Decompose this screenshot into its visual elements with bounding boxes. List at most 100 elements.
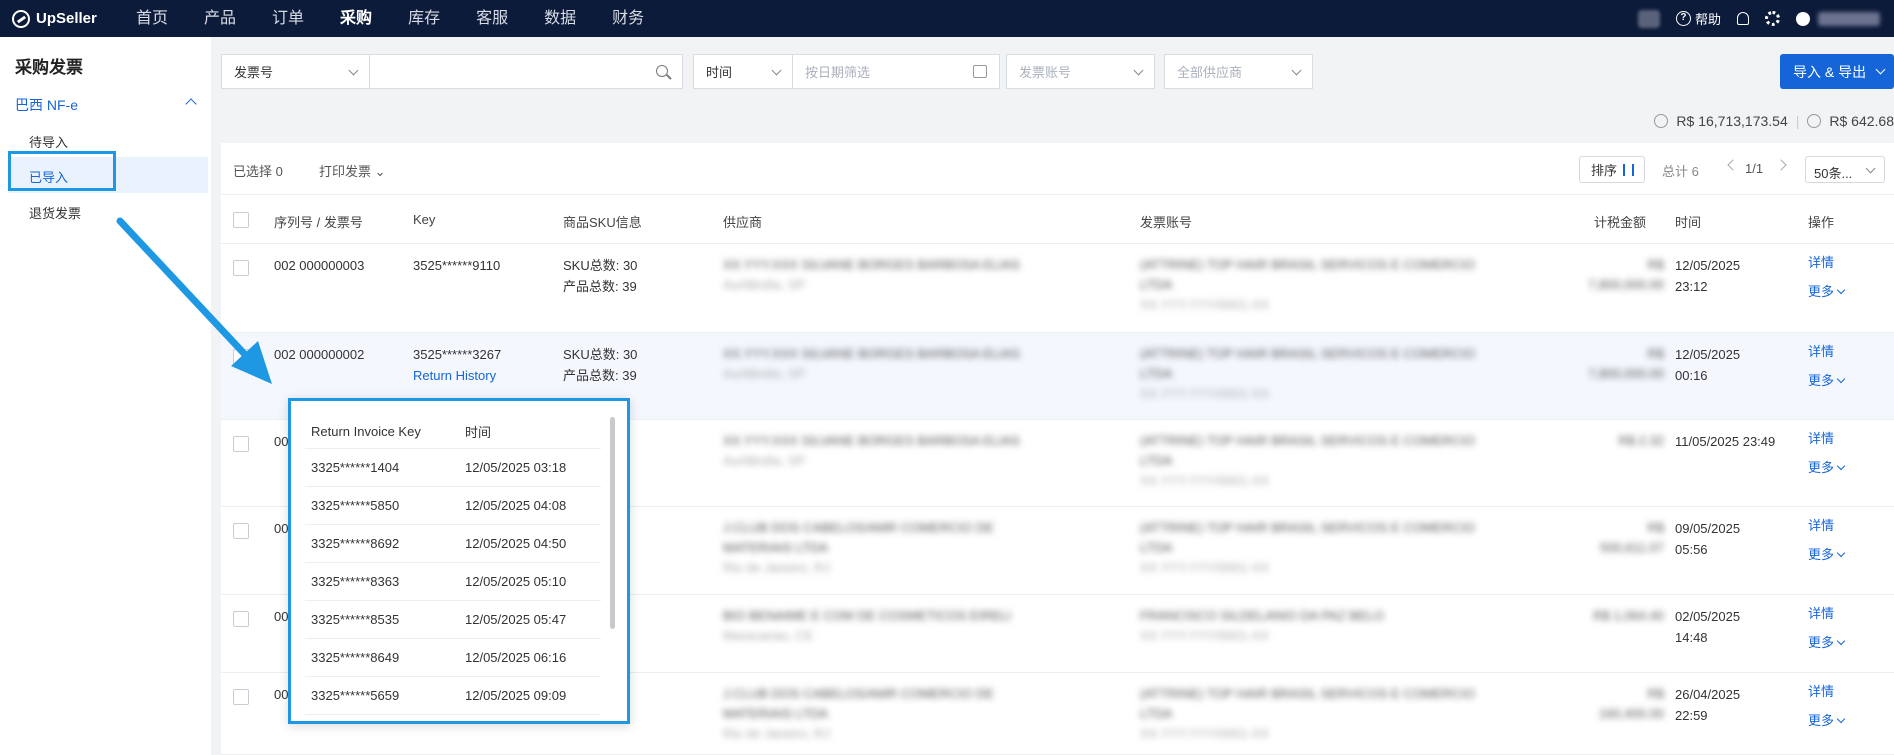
row-account-name: (ATTRINE) TOP HAIR BRASIL SERVICOS E COM… (1140, 257, 1475, 292)
row-key: 3525******3267 Return History (413, 344, 501, 386)
totals-bar: R$ 16,713,173.54 | R$ 642.68 (1654, 113, 1894, 129)
bell-icon[interactable] (1737, 12, 1749, 25)
invoice-search-input[interactable] (369, 54, 683, 89)
row-amount: R$ 7,800,000.00 (1588, 346, 1664, 381)
calendar-icon (973, 65, 987, 78)
store-avatar[interactable] (1637, 9, 1660, 28)
row-checkbox[interactable] (233, 611, 249, 627)
return-history-popup: Return Invoice Key 时间 3325******1404 12/0… (288, 398, 630, 724)
row-serial: 002 000000003 (274, 258, 365, 273)
row-account: (ATTRINE) TOP HAIR BRASIL SERVICOS E COM… (1140, 255, 1500, 315)
row-sku-info: SKU总数: 30 产品总数: 39 (563, 344, 637, 386)
menu-item-data[interactable]: 数据 (526, 0, 594, 37)
popup-return-key: 3325******8692 (311, 536, 400, 551)
time-type-select[interactable]: 时间 (693, 54, 793, 89)
detail-link[interactable]: 详情 (1808, 599, 1844, 628)
menu-item-purchase[interactable]: 采购 (322, 0, 390, 37)
chevron-down-icon (1836, 636, 1846, 646)
more-dropdown[interactable]: 更多 (1808, 453, 1846, 482)
detail-link[interactable]: 详情 (1808, 424, 1844, 453)
supplier-select[interactable]: 全部供应商 (1164, 54, 1313, 89)
sort-label: 排序 (1591, 163, 1618, 178)
detail-link[interactable]: 详情 (1808, 248, 1844, 277)
popup-row: 3325******8363 12/05/2025 05:10 (305, 563, 601, 601)
highlight-box-imported (8, 151, 116, 191)
menu-item-inventory[interactable]: 库存 (390, 0, 458, 37)
chevron-down-icon (1291, 65, 1302, 76)
next-page-icon[interactable] (1775, 159, 1787, 171)
col-time: 时间 (1675, 215, 1702, 230)
detail-link[interactable]: 详情 (1808, 677, 1844, 706)
row-checkbox[interactable] (233, 349, 249, 365)
chevron-down-icon (771, 65, 782, 76)
return-history-link[interactable]: Return History (413, 365, 501, 386)
more-dropdown[interactable]: 更多 (1808, 706, 1846, 735)
popup-return-key: 3325******8535 (311, 612, 400, 627)
brand-logo[interactable]: UpSeller (0, 9, 118, 28)
row-account-id: XX.YYY.YYY/0001-XX (1140, 560, 1270, 575)
invoice-account-select[interactable]: 发票账号 (1006, 54, 1155, 89)
more-label: 更多 (1808, 635, 1835, 650)
row-time-clock: 05:56 (1675, 542, 1708, 557)
select-all-checkbox[interactable] (233, 212, 249, 228)
row-supplier-name: XX.YYY.XXX SILVANE BORGES BARBOSA ELIAS (723, 346, 1020, 361)
per-page-value: 50条... (1814, 166, 1853, 181)
row-account: (ATTRINE) TOP HAIR BRASIL SERVICOS E COM… (1140, 344, 1500, 404)
row-sku-total: SKU总数: 30 (563, 258, 638, 273)
popup-scrollbar[interactable] (610, 417, 615, 629)
popup-return-time: 12/05/2025 04:50 (465, 536, 567, 551)
sidebar-item-return-invoices[interactable]: 退货发票 (29, 203, 81, 222)
chevron-down-icon (1836, 461, 1846, 471)
row-account-id: XX.YYY.YYY/0001-XX (1140, 726, 1270, 741)
sidebar-group-brazil-nfe[interactable]: 巴西 NF-e (15, 95, 200, 115)
popup-return-time: 12/05/2025 03:18 (465, 460, 567, 475)
per-page-select[interactable]: 50条... (1805, 156, 1885, 183)
total-amount-1: R$ 16,713,173.54 (1676, 113, 1788, 129)
chevron-down-icon: ⌄ (374, 164, 386, 179)
detail-link[interactable]: 详情 (1808, 511, 1844, 540)
menu-item-orders[interactable]: 订单 (254, 0, 322, 37)
date-placeholder: 按日期筛选 (805, 65, 871, 80)
help-link[interactable]: ? 帮助 (1675, 9, 1721, 28)
print-invoice-label: 打印发票 (319, 164, 372, 179)
more-dropdown[interactable]: 更多 (1808, 540, 1846, 569)
prev-page-icon[interactable] (1727, 159, 1739, 171)
row-sku-info: SKU总数: 30 产品总数: 39 (563, 255, 637, 297)
popup-return-time: 12/05/2025 04:08 (465, 498, 567, 513)
menu-item-finance[interactable]: 财务 (594, 0, 662, 37)
more-dropdown[interactable]: 更多 (1808, 628, 1846, 657)
row-checkbox[interactable] (233, 689, 249, 705)
row-checkbox[interactable] (233, 260, 249, 276)
menu-item-home[interactable]: 首页 (118, 0, 186, 37)
more-dropdown[interactable]: 更多 (1808, 366, 1846, 395)
date-filter-input[interactable]: 按日期筛选 (792, 54, 1000, 89)
row-amount: R$ 500,611.07 (1599, 520, 1664, 555)
popup-col-key: Return Invoice Key (311, 424, 421, 439)
chevron-up-icon (185, 98, 197, 110)
more-dropdown[interactable]: 更多 (1808, 277, 1846, 306)
row-checkbox[interactable] (233, 523, 249, 539)
row-account: (ATTRINE) TOP HAIR BRASIL SERVICOS E COM… (1140, 431, 1500, 491)
user-name-blurred (1818, 11, 1880, 26)
main-menu: 首页 产品 订单 采购 库存 客服 数据 财务 (118, 0, 662, 37)
user-icon (1796, 11, 1810, 26)
detail-link[interactable]: 详情 (1808, 337, 1844, 366)
popup-row: 3325******5850 12/05/2025 04:08 (305, 487, 601, 525)
gear-icon[interactable] (1765, 11, 1780, 26)
import-export-button[interactable]: 导入 & 导出 (1780, 54, 1894, 89)
row-checkbox[interactable] (233, 436, 249, 452)
print-invoice-dropdown[interactable]: 打印发票 ⌄ (319, 161, 386, 180)
menu-item-products[interactable]: 产品 (186, 0, 254, 37)
sidebar-item-pending[interactable]: 待导入 (29, 132, 68, 151)
selected-count: 已选择 0 (233, 164, 283, 179)
menu-item-service[interactable]: 客服 (458, 0, 526, 37)
row-time: 26/04/2025 22:59 (1675, 684, 1740, 726)
user-menu[interactable] (1796, 11, 1880, 26)
search-icon[interactable] (656, 65, 668, 77)
row-supplier-location: Aurilândia, SP (723, 277, 806, 292)
sort-button[interactable]: 排序 (1579, 156, 1645, 183)
row-account-name: (ATTRINE) TOP HAIR BRASIL SERVICOS E COM… (1140, 346, 1475, 381)
invoice-type-select[interactable]: 发票号 (221, 54, 370, 89)
row-time-clock: 23:12 (1675, 279, 1708, 294)
sidebar: 采购发票 巴西 NF-e 待导入 已导入 退货发票 (0, 37, 211, 755)
